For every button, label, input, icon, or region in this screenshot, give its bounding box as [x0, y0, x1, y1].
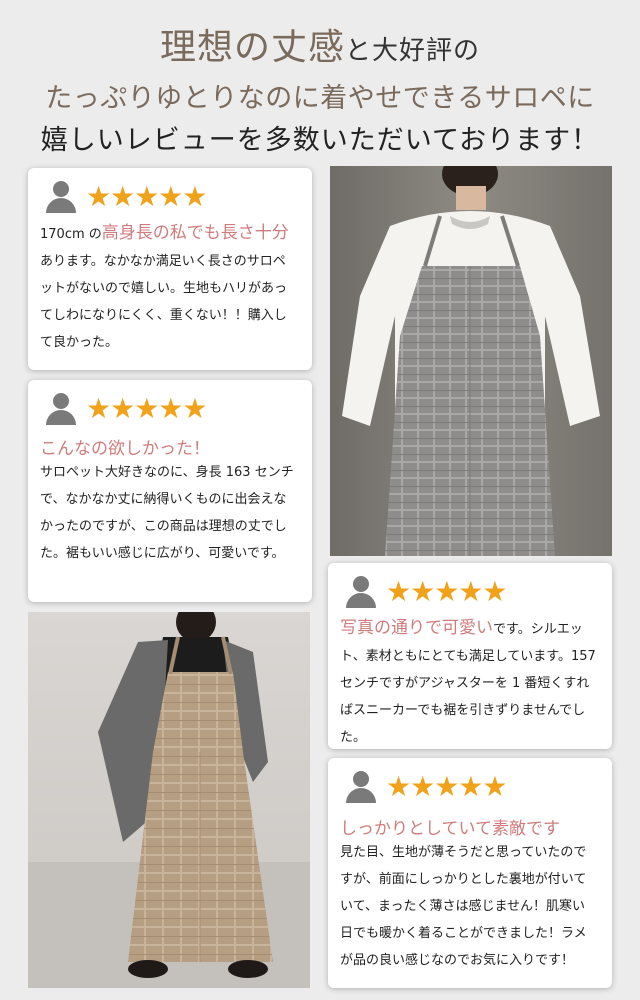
review-highlight: 高身長の私でも長さ十分 — [101, 223, 289, 243]
page-title: 理想の丈感と大好評の — [0, 18, 640, 70]
review-headline: こんなの欲しかった！ — [40, 439, 210, 459]
review-text: です。シルエット、素材ともにとても満足しています。157 センチですがアジャスタ… — [340, 622, 596, 745]
review-headline: しっかりとしていて素敵です — [340, 819, 560, 839]
review-body: 170cm の高身長の私でも長さ十分あります。なかなか満足いく長さのサロペットが… — [40, 220, 298, 356]
title-line-3: 嬉しいレビューを多数いただいております！ — [40, 125, 600, 156]
review-card-3: ★★★★★ 写真の通りで可愛いです。シルエット、素材ともにとても満足しています。… — [328, 563, 612, 749]
star-rating: ★★★★★ — [86, 180, 208, 213]
title-suffix: と大好評の — [345, 36, 481, 66]
user-avatar-icon — [346, 771, 376, 803]
star-rating: ★★★★★ — [86, 392, 208, 425]
gray-plaid-overalls-photo — [330, 166, 612, 556]
review-card-1: ★★★★★ 170cm の高身長の私でも長さ十分あります。なかなか満足いく長さの… — [28, 168, 312, 370]
review-text: サロペット大好きなのに、身長 163 センチで、なかなか丈に納得いくものに出会え… — [40, 465, 294, 561]
review-prefix: 170cm の — [40, 227, 102, 242]
review-text: あります。なかなか満足いく長さのサロペットがないので嬉しい。生地もハリがあってし… — [40, 254, 288, 350]
title-emphasis: 理想の丈感 — [159, 27, 345, 68]
beige-plaid-overalls-photo — [28, 612, 310, 988]
title-line-2: たっぷりゆとりなのに着やせできるサロペに — [45, 83, 595, 114]
star-rating: ★★★★★ — [386, 770, 508, 803]
review-text: 見た目、生地が薄そうだと思っていたのですが、前面にしっかりとした裏地が付いていて… — [340, 845, 587, 968]
review-card-4: ★★★★★ しっかりとしていて素敵です 見た目、生地が薄そうだと思っていたのです… — [328, 758, 612, 988]
user-avatar-icon — [46, 393, 76, 425]
user-avatar-icon — [46, 181, 76, 213]
review-highlight: 写真の通りで可愛い — [340, 618, 493, 638]
review-card-2: ★★★★★ こんなの欲しかった！ サロペット大好きなのに、身長 163 センチで… — [28, 380, 312, 602]
user-avatar-icon — [346, 576, 376, 608]
star-rating: ★★★★★ — [386, 575, 508, 608]
review-body: 写真の通りで可愛いです。シルエット、素材ともにとても満足しています。157 セン… — [340, 615, 598, 751]
